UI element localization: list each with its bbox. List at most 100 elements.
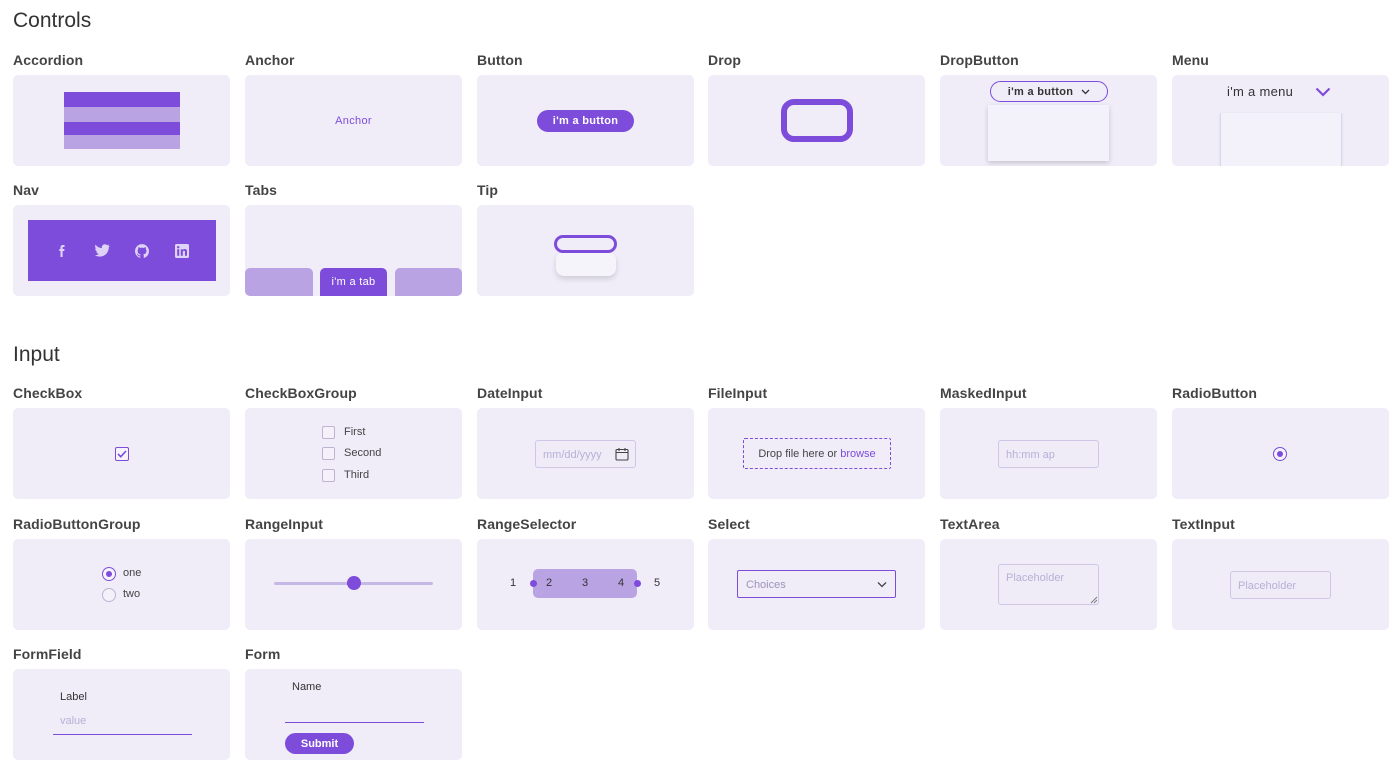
date-input[interactable]: mm/dd/yyyy xyxy=(535,440,636,468)
formfield-label: FormField xyxy=(13,646,82,662)
formfield-underline xyxy=(53,734,192,735)
range-thumb[interactable] xyxy=(346,576,361,590)
tabs-label: Tabs xyxy=(245,182,278,198)
accordion-tile[interactable] xyxy=(13,75,230,166)
dropbutton-text: i'm a button xyxy=(1007,85,1074,98)
checkbox-third[interactable] xyxy=(322,469,335,482)
rangeinput-label: RangeInput xyxy=(245,516,323,532)
dateinput-tile: mm/dd/yyyy xyxy=(477,408,694,499)
checkbox-second[interactable] xyxy=(322,447,335,460)
radio-one[interactable] xyxy=(102,567,116,581)
twitter-icon[interactable] xyxy=(94,244,110,257)
github-icon[interactable] xyxy=(135,243,150,258)
tip-tooltip xyxy=(556,252,616,276)
facebook-icon[interactable] xyxy=(55,244,69,258)
formfield-value[interactable]: value xyxy=(60,715,86,727)
text-input[interactable]: Placeholder xyxy=(1230,571,1331,599)
section-title-controls: Controls xyxy=(13,9,92,32)
accordion-panel-4[interactable] xyxy=(64,135,180,149)
radio-dot xyxy=(106,571,112,577)
textinput-label: TextInput xyxy=(1172,516,1235,532)
formfield-field-label: Label xyxy=(60,691,87,703)
radio-one-label: one xyxy=(123,567,142,579)
tab-left[interactable] xyxy=(245,268,313,296)
chevron-down-icon xyxy=(1081,89,1090,94)
nav-tile xyxy=(13,205,230,296)
menu-button[interactable]: i'm a menu xyxy=(1227,84,1331,99)
menu-text: i'm a menu xyxy=(1227,84,1294,99)
date-placeholder: mm/dd/yyyy xyxy=(543,449,602,461)
checkbox-first-label: First xyxy=(344,426,366,438)
dropbutton-button[interactable]: i'm a button xyxy=(990,81,1108,102)
accordion-label: Accordion xyxy=(13,52,84,68)
range-value-1: 1 xyxy=(510,577,517,589)
dropbutton-label: DropButton xyxy=(940,52,1019,68)
file-drop-text: Drop file here or xyxy=(758,447,838,460)
radiobutton-label: RadioButton xyxy=(1172,385,1258,401)
drop-label: Drop xyxy=(708,52,742,68)
nav-label: Nav xyxy=(13,182,39,198)
menu-label: Menu xyxy=(1172,52,1209,68)
form-field-label: Name xyxy=(292,681,322,693)
range-value-2: 2 xyxy=(546,577,553,589)
range-handle-lower[interactable] xyxy=(530,580,537,587)
select-tile: Choices xyxy=(708,539,925,630)
textarea-placeholder: Placeholder xyxy=(1006,572,1065,584)
rangeselector-tile: 1 2 3 4 5 xyxy=(477,539,694,630)
accordion-panel-1[interactable] xyxy=(64,92,180,107)
dateinput-label: DateInput xyxy=(477,385,543,401)
maskedinput-label: MaskedInput xyxy=(940,385,1027,401)
chevron-down-icon xyxy=(1315,87,1331,97)
resize-handle-icon[interactable] xyxy=(1090,596,1098,604)
dropbutton-dropdown xyxy=(988,105,1109,161)
checkbox-third-label: Third xyxy=(344,469,370,481)
file-browse-link[interactable]: browse xyxy=(840,448,875,460)
masked-input[interactable]: hh:mm ap xyxy=(998,440,1099,468)
range-value-3: 3 xyxy=(582,577,589,589)
checkboxgroup-tile: First Second Third xyxy=(245,408,462,499)
fileinput-tile: Drop file here or browse xyxy=(708,408,925,499)
demo-button[interactable]: i'm a button xyxy=(537,109,634,132)
file-dropzone[interactable]: Drop file here or browse xyxy=(743,438,891,469)
check-icon xyxy=(117,450,127,458)
dropbutton-tile: i'm a button xyxy=(940,75,1157,166)
fileinput-label: FileInput xyxy=(708,385,768,401)
tip-target[interactable] xyxy=(554,235,617,253)
range-value-5: 5 xyxy=(654,577,661,589)
drop-container[interactable] xyxy=(780,99,853,142)
form-field-underline[interactable] xyxy=(285,722,424,723)
accordion-panel-2[interactable] xyxy=(64,107,180,122)
anchor-link[interactable]: Anchor xyxy=(335,115,372,127)
textarea-tile: Placeholder xyxy=(940,539,1157,630)
button-label: Button xyxy=(477,52,523,68)
nav-bar xyxy=(28,220,216,281)
maskedinput-tile: hh:mm ap xyxy=(940,408,1157,499)
tabs-tile: i'm a tab xyxy=(245,205,462,296)
tip-tile xyxy=(477,205,694,296)
radio-two[interactable] xyxy=(102,588,116,602)
accordion-panel-3[interactable] xyxy=(64,122,180,135)
checkbox-first[interactable] xyxy=(322,426,335,439)
tab-right[interactable] xyxy=(395,268,462,296)
submit-button[interactable]: Submit xyxy=(285,733,354,754)
radio-selected[interactable] xyxy=(1273,447,1287,461)
tip-label: Tip xyxy=(477,182,499,198)
tab-active[interactable]: i'm a tab xyxy=(320,268,387,296)
checkboxgroup-label: CheckBoxGroup xyxy=(245,385,357,401)
select-input[interactable]: Choices xyxy=(737,570,896,598)
radio-two-label: two xyxy=(123,588,141,600)
linkedin-icon[interactable] xyxy=(175,243,190,258)
radiobuttongroup-label: RadioButtonGroup xyxy=(13,516,141,532)
calendar-icon[interactable] xyxy=(615,447,629,461)
range-handle-upper[interactable] xyxy=(634,580,641,587)
radiobuttongroup-tile: one two xyxy=(13,539,230,630)
anchor-label: Anchor xyxy=(245,52,295,68)
radiobutton-tile xyxy=(1172,408,1389,499)
checkbox-checked[interactable] xyxy=(115,447,129,461)
drop-tile xyxy=(708,75,925,166)
range-value-4: 4 xyxy=(618,577,625,589)
rangeinput-tile xyxy=(245,539,462,630)
section-title-input: Input xyxy=(13,343,60,366)
textarea-input[interactable]: Placeholder xyxy=(998,564,1099,605)
masked-placeholder: hh:mm ap xyxy=(1006,449,1055,461)
